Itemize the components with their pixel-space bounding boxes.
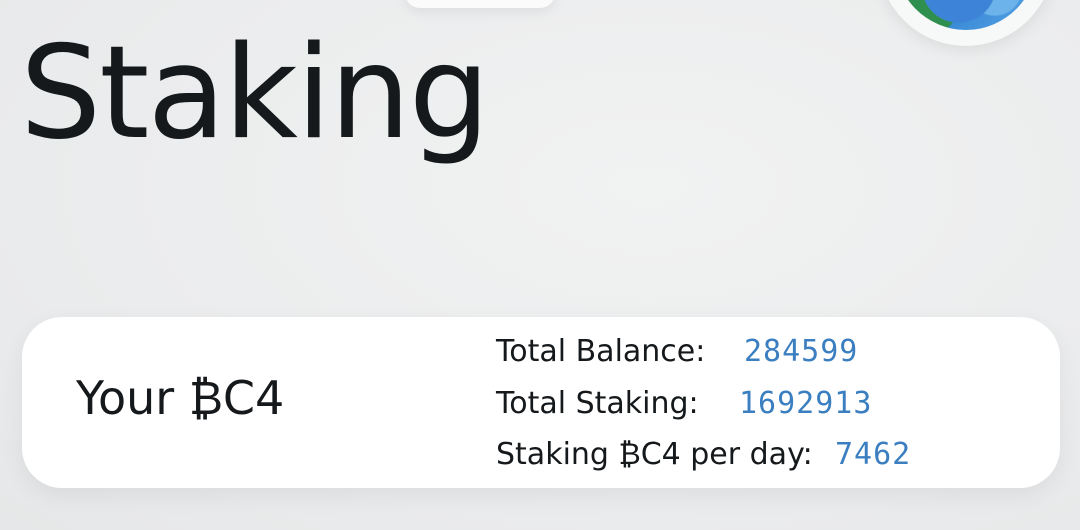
card-title: Your ₿C4 [76, 371, 285, 425]
user-avatar-image [894, 0, 1038, 30]
total-staking-value: 1692913 [739, 386, 873, 421]
staking-per-day-value: 7462 [835, 437, 912, 472]
top-nav-pill[interactable] [405, 0, 555, 8]
total-balance-value: 284599 [744, 334, 859, 369]
staking-summary-card: Your ₿C4 Total Balance: 284599 Total Sta… [22, 317, 1060, 488]
avatar[interactable] [878, 0, 1054, 46]
total-balance-label: Total Balance: [496, 334, 706, 369]
page-title: Staking [20, 19, 490, 168]
staking-per-day-label: Staking ₿C4 per day: [496, 437, 813, 472]
total-staking-label: Total Staking: [496, 386, 699, 421]
